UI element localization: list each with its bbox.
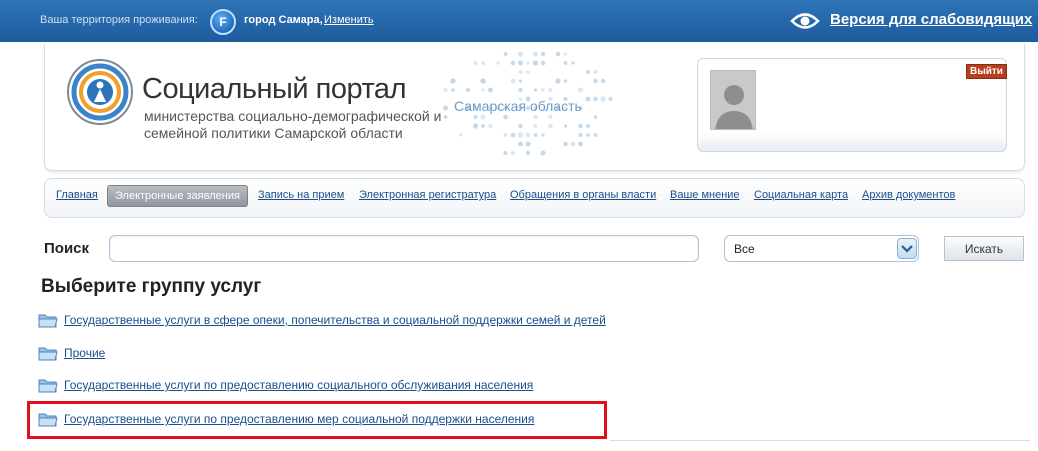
nav-item-document-archive[interactable]: Архив документов (862, 189, 955, 201)
service-group-item[interactable]: Государственные услуги в сфере опеки, по… (38, 310, 606, 330)
folder-icon (38, 379, 58, 393)
search-button[interactable]: Искать (944, 236, 1024, 261)
nav-item-your-opinion[interactable]: Ваше мнение (670, 189, 740, 201)
nav-item-appointment[interactable]: Запись на прием (258, 189, 344, 201)
user-silhouette-icon (715, 85, 753, 129)
nav-item-social-card[interactable]: Социальная карта (754, 189, 848, 201)
avatar (710, 70, 756, 130)
portal-title: Социальный портал (142, 73, 406, 105)
nav-item-appeals[interactable]: Обращения в органы власти (510, 189, 656, 201)
logout-button[interactable]: Выйти (966, 64, 1007, 79)
nav-item-electronic-applications[interactable]: Электронные заявления (107, 185, 248, 207)
search-category-value: Все (734, 242, 755, 256)
region-label: Самарская область (454, 98, 582, 114)
region-flag-icon: F (210, 9, 236, 35)
nav-item-electronic-registry[interactable]: Электронная регистратура (359, 189, 496, 201)
change-city-link[interactable]: Изменить (324, 14, 374, 26)
eye-icon[interactable] (790, 10, 820, 32)
folder-icon (38, 347, 58, 361)
territory-label: Ваша территория проживания: (40, 14, 198, 26)
divider (610, 440, 1030, 441)
service-group-item[interactable]: Прочие (38, 343, 105, 363)
accessible-version-link[interactable]: Версия для слабовидящих (830, 11, 1032, 28)
nav-item-home[interactable]: Главная (56, 189, 98, 201)
portal-logo-icon[interactable] (66, 58, 134, 126)
chevron-down-icon[interactable] (897, 238, 917, 259)
folder-icon (38, 314, 58, 328)
city-name: город Самара, (244, 14, 323, 26)
service-group-link[interactable]: Государственные услуги в сфере опеки, по… (64, 313, 606, 327)
services-title: Выберите группу услуг (41, 276, 262, 297)
top-bar: Ваша территория проживания: F город Сама… (0, 0, 1038, 42)
portal-subtitle: министерства социально-демографической и… (144, 108, 442, 141)
search-label: Поиск (44, 240, 90, 257)
service-group-link[interactable]: Государственные услуги по предоставлению… (64, 378, 533, 392)
service-group-link[interactable]: Прочие (64, 346, 105, 360)
service-group-item[interactable]: Государственные услуги по предоставлению… (38, 375, 533, 395)
highlight-frame (27, 401, 607, 439)
search-input[interactable] (109, 235, 699, 262)
